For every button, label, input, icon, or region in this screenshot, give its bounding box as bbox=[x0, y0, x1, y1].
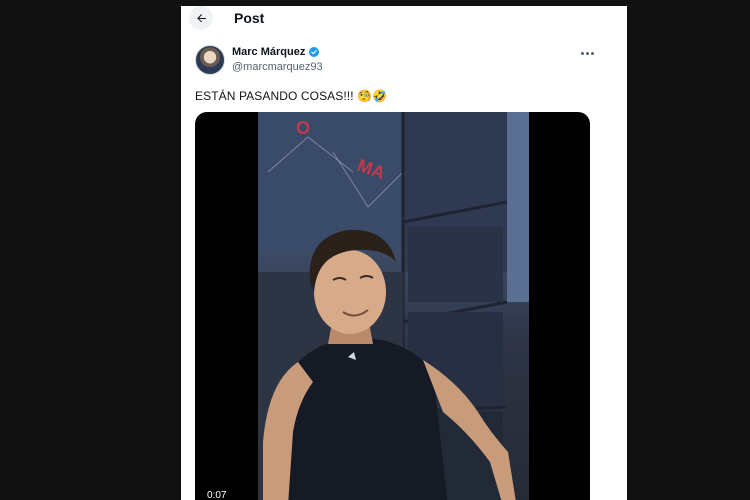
back-button[interactable] bbox=[189, 6, 213, 30]
post-header: Post bbox=[181, 6, 627, 34]
video-still-image: O MA bbox=[258, 112, 529, 500]
verified-badge-icon bbox=[309, 47, 320, 57]
page-title: Post bbox=[234, 10, 265, 26]
more-dots-icon bbox=[580, 51, 584, 55]
video-player[interactable]: O MA 0:07 bbox=[195, 112, 590, 500]
tweet-body: ESTÁN PASANDO COSAS!!! bbox=[195, 89, 354, 103]
author-handle[interactable]: @marcmarquez93 bbox=[232, 61, 323, 73]
more-button[interactable] bbox=[577, 46, 597, 60]
video-timestamp: 0:07 bbox=[207, 490, 227, 500]
arrow-left-icon bbox=[196, 13, 206, 22]
tweet-text: ESTÁN PASANDO COSAS!!! 🧐🤣 bbox=[195, 89, 387, 103]
svg-text:O: O bbox=[296, 118, 310, 138]
avatar[interactable] bbox=[195, 45, 225, 75]
emoji-group: 🧐🤣 bbox=[357, 89, 388, 103]
author-name-row[interactable]: Marc Márquez bbox=[232, 46, 320, 58]
post-panel: Post Marc Márquez @marcmarquez93 ESTÁN P… bbox=[181, 6, 627, 500]
author-name[interactable]: Marc Márquez bbox=[232, 46, 305, 58]
video-frame[interactable]: O MA bbox=[258, 112, 529, 500]
